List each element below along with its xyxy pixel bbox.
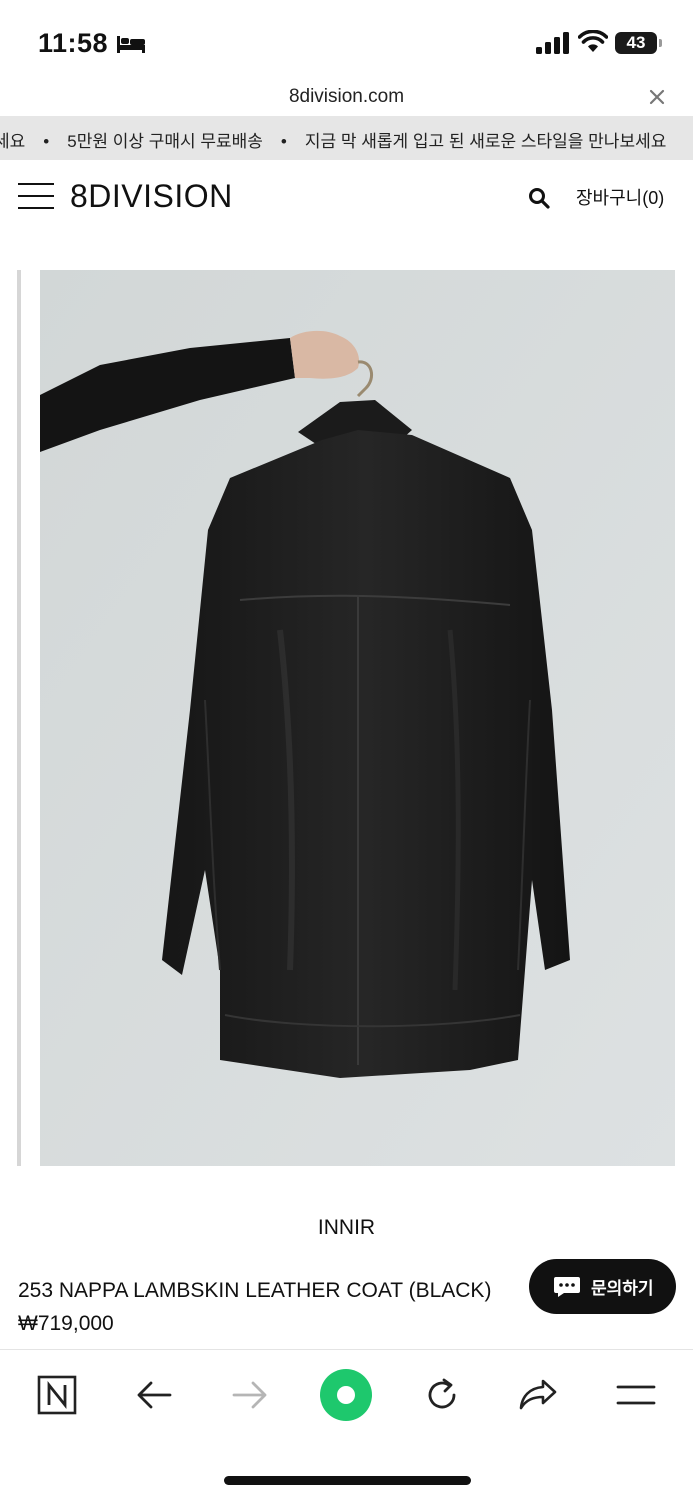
wifi-icon xyxy=(578,30,608,52)
close-icon[interactable] xyxy=(648,88,666,106)
gallery-scroll-indicator xyxy=(17,270,21,1166)
leather-coat-photo xyxy=(40,270,675,1166)
product-name: 253 NAPPA LAMBSKIN LEATHER COAT (BLACK) xyxy=(18,1279,492,1302)
chat-icon xyxy=(554,1276,580,1297)
naver-n-icon[interactable] xyxy=(36,1372,78,1418)
battery-level: 43 xyxy=(626,33,646,52)
signal-icon xyxy=(536,32,569,54)
share-icon[interactable] xyxy=(516,1372,560,1418)
product-price: ₩719,000 xyxy=(18,1312,114,1335)
hamburger-icon[interactable] xyxy=(18,183,54,209)
inquiry-button[interactable]: 문의하기 xyxy=(529,1259,676,1314)
status-time: 11:58 xyxy=(38,28,109,58)
announcement-item: 세요 xyxy=(0,132,26,151)
home-indicator[interactable] xyxy=(224,1476,471,1485)
product-brand[interactable]: INNIR xyxy=(0,1216,693,1240)
status-bar: 11:58 43 xyxy=(0,0,693,80)
announcement-bar: 세요 • 5만원 이상 구매시 무료배송 • 지금 막 새롭게 입고 된 새로운 스타일… xyxy=(0,116,693,160)
url-bar[interactable]: 8division.com xyxy=(0,86,693,108)
search-icon[interactable] xyxy=(527,186,551,210)
refresh-icon[interactable] xyxy=(420,1372,464,1418)
forward-arrow-icon[interactable] xyxy=(230,1372,270,1418)
announcement-item: 지금 막 새롭게 입고 된 새로운 스타일을 만나보세요 xyxy=(304,132,667,151)
announcement-track: 세요 • 5만원 이상 구매시 무료배송 • 지금 막 새롭게 입고 된 새로운 스타일… xyxy=(0,127,666,152)
cart-link[interactable]: 장바구니(0) xyxy=(576,184,664,210)
announcement-item: 5만원 이상 구매시 무료배송 xyxy=(67,132,263,151)
bed-icon xyxy=(117,36,145,53)
green-circle-icon[interactable] xyxy=(318,1367,374,1423)
menu-icon[interactable] xyxy=(614,1372,658,1418)
back-arrow-icon[interactable] xyxy=(134,1372,174,1418)
inquiry-label: 문의하기 xyxy=(591,1279,654,1298)
site-logo[interactable]: 8DIVISION xyxy=(70,178,233,215)
announcement-separator: • xyxy=(280,132,287,151)
battery-icon: 43 xyxy=(615,32,662,54)
announcement-separator: • xyxy=(43,132,50,151)
product-image[interactable] xyxy=(40,270,675,1166)
